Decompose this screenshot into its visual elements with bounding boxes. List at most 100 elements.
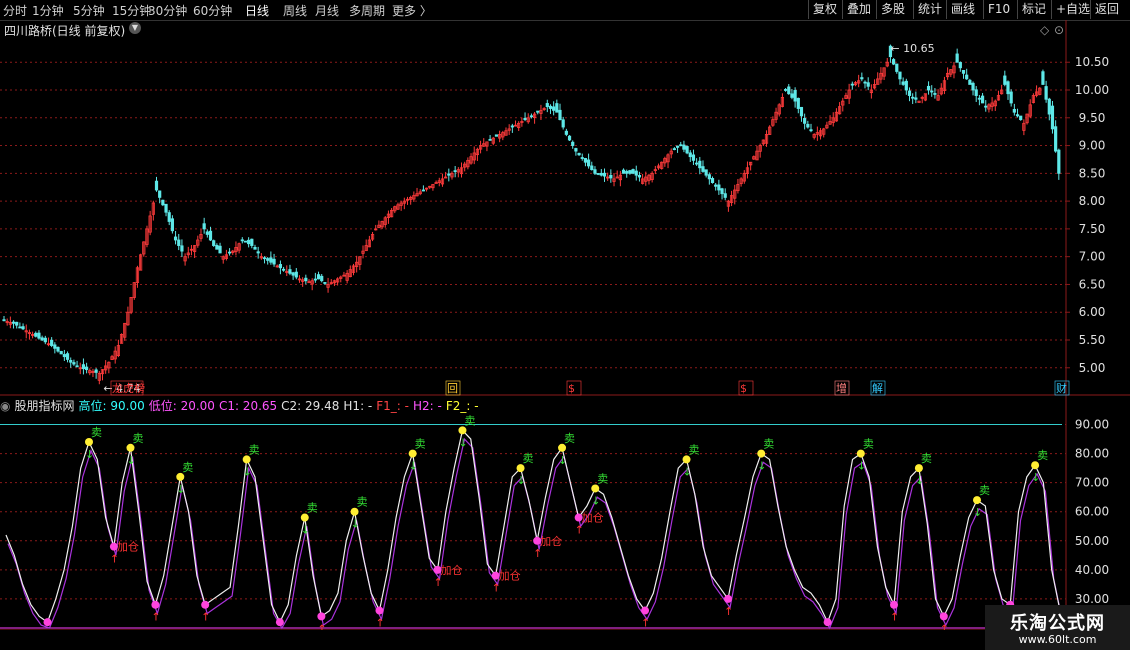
period-tab-6[interactable]: 日线 [245, 2, 269, 19]
candle-body [421, 189, 425, 192]
period-tab-7[interactable]: 周线 [283, 2, 307, 19]
candle-body [723, 193, 727, 198]
trough-dot [724, 594, 733, 603]
period-tab-9[interactable]: 多周期 [349, 2, 385, 19]
indicator-name[interactable]: 股朋指标网 [14, 399, 74, 413]
period-tab-0[interactable]: 分时 [3, 2, 27, 19]
candle-body [227, 251, 232, 254]
candle-body [161, 199, 165, 206]
candle-body [787, 86, 791, 95]
candle-body [269, 257, 273, 263]
period-tab-4[interactable]: 30分钟 [148, 2, 187, 19]
down-arrow-icon: ↓ [1031, 471, 1040, 484]
candle-body [313, 278, 317, 281]
period-tab-8[interactable]: 月线 [315, 2, 339, 19]
add-position-signal: 加仓 [499, 569, 521, 583]
candle-body [262, 257, 267, 260]
candle-body [682, 144, 686, 150]
candle-body [1057, 149, 1061, 174]
candle-body [904, 80, 908, 91]
period-tab-3[interactable]: 15分钟 [112, 2, 151, 19]
price-axis: 10.50 10.00 9.50 9.00 8.50 8.00 7.50 7.00 6.50 6.… [1066, 55, 1109, 375]
peak-dot [591, 484, 600, 493]
candle-body [72, 362, 76, 365]
candle-body [571, 141, 575, 146]
price-tick-label: 5.00 [1079, 361, 1106, 375]
event-marker[interactable]: 回 [447, 382, 458, 395]
candle-body [698, 160, 702, 169]
candle-body [243, 240, 248, 243]
toolbar-button-4[interactable]: 画线 [946, 0, 979, 19]
indicator-chart: 买↑卖↓加仓↑卖↓买↑卖↓买↑卖↓买↑卖↓买↑卖↓买↑卖↓加仓↑卖↓加仓↑卖↓加… [0, 414, 1063, 630]
peak-dot [558, 443, 567, 452]
event-marker[interactable]: $ [568, 382, 575, 395]
event-marker[interactable]: 龙虎榜 [112, 381, 145, 395]
candle-body [215, 244, 219, 250]
price-tick-label: 7.00 [1079, 250, 1106, 264]
indicator-menu-icon[interactable]: ◉ [0, 399, 10, 413]
candle-body [587, 159, 591, 167]
candle-body [783, 89, 788, 91]
candle-body [11, 321, 16, 324]
event-marker[interactable]: 增 [836, 381, 847, 395]
candle-body [958, 62, 962, 69]
candle-body [911, 96, 915, 99]
event-marker[interactable]: 财 [1056, 381, 1067, 395]
candle-body [628, 170, 632, 174]
candle-body [977, 97, 981, 100]
toolbar-button-5[interactable]: F10 [983, 0, 1014, 19]
event-marker[interactable]: 解 [872, 381, 883, 395]
candle-body [320, 275, 324, 282]
candle-body [291, 272, 295, 276]
up-arrow-icon: ↑ [434, 576, 443, 589]
up-arrow-icon: ↑ [575, 524, 584, 537]
sell-signal: 卖 [979, 484, 990, 497]
trough-dot [43, 618, 52, 627]
sell-signal: 卖 [564, 432, 575, 445]
indicator-tick-label: 70.00 [1075, 476, 1109, 490]
period-tab-2[interactable]: 5分钟 [73, 2, 105, 19]
candle-body [94, 369, 98, 373]
chevron-down-icon[interactable]: ▼ [129, 22, 141, 34]
candle-body [580, 157, 584, 159]
up-arrow-icon: ↑ [641, 617, 650, 630]
diamond-icon[interactable]: ◇ [1040, 23, 1050, 37]
period-tab-10[interactable]: 更多 〉 [392, 2, 432, 19]
add-position-signal: 加仓 [441, 563, 463, 577]
peak-dot [242, 455, 251, 464]
candle-body [1041, 71, 1045, 85]
toolbar-button-0[interactable]: 复权 [808, 0, 841, 19]
trough-dot [151, 600, 160, 609]
toolbar-button-6[interactable]: 标记 [1017, 0, 1050, 19]
candle-body [710, 178, 715, 183]
toolbar-button-8[interactable]: 返回 [1090, 0, 1123, 19]
trough-dot [201, 600, 210, 609]
sell-signal: 卖 [182, 461, 193, 474]
indicator-tick-label: 90.00 [1075, 418, 1109, 432]
candle-body [926, 85, 931, 91]
toolbar-button-2[interactable]: 多股 [876, 0, 909, 19]
candle-body [494, 134, 499, 137]
toolbar-button-7[interactable]: +自选 [1051, 0, 1094, 19]
peak-dot [1031, 461, 1040, 470]
price-tick-label: 8.50 [1079, 166, 1106, 180]
peak-dot [350, 507, 359, 516]
up-arrow-icon: ↑ [824, 628, 833, 630]
down-arrow-icon: ↓ [757, 460, 766, 473]
peak-dot [84, 437, 93, 446]
period-tab-1[interactable]: 1分钟 [32, 2, 64, 19]
toolbar-button-1[interactable]: 叠加 [842, 0, 875, 19]
candle-body [564, 130, 568, 135]
candle-body [288, 269, 292, 274]
target-icon[interactable]: ⊙ [1054, 23, 1064, 37]
candle-body [583, 158, 588, 163]
candle-body [65, 353, 70, 360]
price-chart[interactable]: ← 10.65← 4.74◇ ⊙ 10.5010.009.509.008.508.… [0, 20, 1130, 630]
event-marker[interactable]: $ [740, 382, 747, 395]
candle-body [634, 170, 638, 176]
candle-body [799, 106, 804, 117]
period-tab-5[interactable]: 60分钟 [193, 2, 232, 19]
up-arrow-icon: ↑ [110, 553, 119, 566]
sell-signal: 卖 [921, 452, 932, 465]
toolbar-button-3[interactable]: 统计 [913, 0, 946, 19]
